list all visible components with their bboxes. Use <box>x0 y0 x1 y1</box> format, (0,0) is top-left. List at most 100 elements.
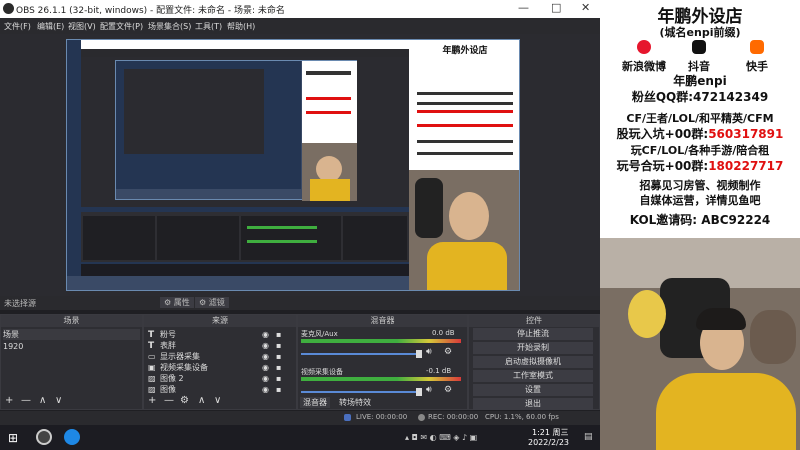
lock-icon[interactable]: ▪ <box>276 352 281 361</box>
source-status-strip: 未选择源 ⚙ 属性 ⚙ 滤镜 <box>0 296 600 310</box>
social-weibo: 新浪微博 <box>614 40 674 74</box>
social-kuaishou: 快手 <box>732 40 782 74</box>
lock-icon[interactable]: ▪ <box>276 330 281 339</box>
gear-icon[interactable]: ⚙ <box>444 385 452 395</box>
source-item[interactable]: 显示器采集 <box>146 351 294 362</box>
webcam-feed <box>600 238 800 450</box>
source-item[interactable]: 粉号 <box>146 329 294 340</box>
weibo-icon <box>637 40 651 54</box>
window-title-bar: OBS 26.1.1 (32-bit, windows) - 配置文件: 未命名… <box>0 0 600 18</box>
lock-icon[interactable]: ▪ <box>276 341 281 350</box>
text-source-icon: T <box>148 330 155 340</box>
visibility-eye-icon[interactable]: ◉ <box>262 330 269 339</box>
filters-button[interactable]: ⚙ 滤镜 <box>195 297 229 308</box>
controls-header: 控件 <box>469 315 599 327</box>
visibility-eye-icon[interactable]: ◉ <box>262 352 269 361</box>
source-item[interactable]: 视频采集设备 <box>146 362 294 373</box>
menu-edit[interactable]: 编辑(E) <box>37 21 64 32</box>
windows-start-icon[interactable]: ⊞ <box>8 431 18 445</box>
image-icon: ▨ <box>148 385 156 394</box>
scene-up-button[interactable]: ∧ <box>39 395 46 406</box>
menu-file[interactable]: 文件(F) <box>4 21 31 32</box>
volume-slider[interactable] <box>301 391 421 393</box>
nested-title-bar <box>81 40 409 49</box>
image-icon: ▨ <box>148 374 156 383</box>
scene-item[interactable]: 1920 <box>3 341 140 352</box>
visibility-eye-icon[interactable]: ◉ <box>262 341 269 350</box>
taskbar-date: 2022/2/23 <box>528 438 570 447</box>
nested-docks <box>81 212 409 262</box>
lock-icon[interactable]: ▪ <box>276 374 281 383</box>
source-up-button[interactable]: ∧ <box>198 395 205 406</box>
stop-streaming-button[interactable]: 停止推流 <box>473 328 593 340</box>
plush-toy <box>628 290 666 338</box>
lock-icon[interactable]: ▪ <box>276 363 281 372</box>
rec-timer: REC: 00:00:00 <box>428 413 479 421</box>
studio-mode-button[interactable]: 工作室模式 <box>473 370 593 382</box>
taskbar-time: 1:21 周三 <box>532 428 569 437</box>
source-settings-button[interactable]: ⚙ <box>180 395 189 406</box>
scene-item[interactable]: 场景 <box>3 329 140 340</box>
speaker-icon[interactable]: 🔊︎ <box>426 385 432 395</box>
mixer-header: 混音器 <box>298 315 467 327</box>
monitor-icon: ▭ <box>148 352 156 361</box>
start-virtual-camera-button[interactable]: 启动虚拟摄像机 <box>473 356 593 368</box>
mixer-dock: 混音器 麦克风/Aux 0.0 dB 🔊︎ ⚙ 视频采集设备 -0.1 dB 🔊… <box>297 314 468 410</box>
preview-canvas[interactable]: 年鹏外设店 <box>66 39 520 291</box>
close-button[interactable]: ✕ <box>581 1 590 14</box>
tray-icons[interactable]: ▴ ◘ ✉ ◐ ⌨ ◈ ♪ ▣ <box>405 433 477 442</box>
browser-taskbar-icon[interactable] <box>64 429 80 445</box>
start-recording-button[interactable]: 开始录制 <box>473 342 593 354</box>
windows-taskbar: ⊞ ▴ ◘ ✉ ◐ ⌨ ◈ ♪ ▣ 1:21 周三 2022/2/23 ▤ <box>0 425 600 450</box>
settings-button[interactable]: 设置 <box>473 384 593 396</box>
volume-slider-handle[interactable] <box>416 388 422 396</box>
nested-shop-title: 年鹏外设店 <box>442 46 488 56</box>
menu-profile[interactable]: 配置文件(P) <box>100 21 143 32</box>
volume-slider[interactable] <box>301 353 421 355</box>
properties-button[interactable]: ⚙ 属性 <box>160 297 194 308</box>
mixer-track-db: -0.1 dB <box>426 367 452 375</box>
volume-slider-handle[interactable] <box>416 350 422 358</box>
nested-menu-bar <box>81 49 409 57</box>
add-source-button[interactable]: + <box>148 395 156 406</box>
menu-help[interactable]: 帮助(H) <box>227 21 255 32</box>
source-item[interactable]: 图像 2 <box>146 373 294 384</box>
nested-overlay-panel: 年鹏外设店 <box>409 40 519 170</box>
source-down-button[interactable]: ∨ <box>214 395 221 406</box>
tab-transitions[interactable]: 转场特效 <box>336 397 374 408</box>
speaker-icon[interactable]: 🔊︎ <box>426 347 432 357</box>
source-item[interactable]: 表胖 <box>146 340 294 351</box>
scene-down-button[interactable]: ∨ <box>55 395 62 406</box>
remove-source-button[interactable]: — <box>164 395 174 406</box>
mixer-track-name: 麦克风/Aux <box>301 330 338 338</box>
tab-mixer[interactable]: 混音器 <box>300 397 330 408</box>
kol-code: KOL邀请码: ABC92224 <box>629 213 771 227</box>
source-item[interactable]: 图像 <box>146 384 294 395</box>
mixer-level-meter <box>301 377 461 381</box>
scenes-dock: 场景 场景 1920 + — ∧ ∨ <box>0 314 143 410</box>
add-scene-button[interactable]: + <box>5 395 13 406</box>
exit-button[interactable]: 退出 <box>473 398 593 410</box>
network-icon <box>344 414 351 421</box>
lock-icon[interactable]: ▪ <box>276 385 281 394</box>
obs-taskbar-icon[interactable] <box>36 429 52 445</box>
nested-canvas <box>115 60 357 201</box>
visibility-eye-icon[interactable]: ◉ <box>262 385 269 394</box>
remove-scene-button[interactable]: — <box>21 395 31 406</box>
window-title: OBS 26.1.1 (32-bit, windows) - 配置文件: 未命名… <box>16 6 285 16</box>
visibility-eye-icon[interactable]: ◉ <box>262 374 269 383</box>
menu-view[interactable]: 视图(V) <box>68 21 96 32</box>
no-source-selected-label: 未选择源 <box>4 299 36 308</box>
menu-scene-collection[interactable]: 场景集合(S) <box>148 21 191 32</box>
notification-icon[interactable]: ▤ <box>584 432 593 442</box>
fan-group-line: 粉丝QQ群:472142349 <box>631 90 769 104</box>
mixer-track-db: 0.0 dB <box>432 329 455 337</box>
visibility-eye-icon[interactable]: ◉ <box>262 363 269 372</box>
maximize-button[interactable]: □ <box>551 1 561 14</box>
group2-line: 玩号合玩+00群:180227717 <box>616 159 784 173</box>
minimize-button[interactable]: — <box>518 1 529 14</box>
social-douyin: 抖音 <box>674 40 724 74</box>
gear-icon[interactable]: ⚙ <box>444 347 452 357</box>
scenes-header: 场景 <box>1 315 142 327</box>
menu-tools[interactable]: 工具(T) <box>195 21 222 32</box>
